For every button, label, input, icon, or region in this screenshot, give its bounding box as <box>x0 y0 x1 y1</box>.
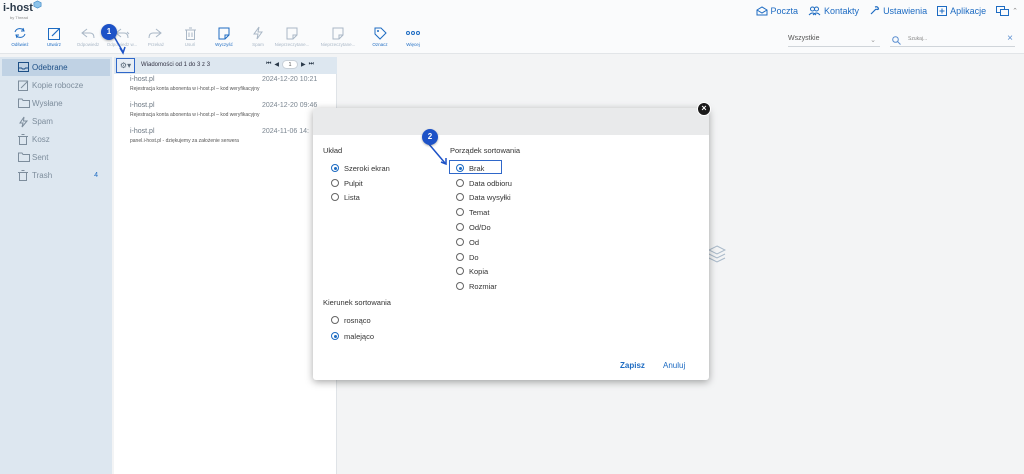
annotation-arrows <box>111 32 447 166</box>
step-badge-2: 2 <box>422 129 438 145</box>
step-badge-1: 1 <box>101 24 117 40</box>
